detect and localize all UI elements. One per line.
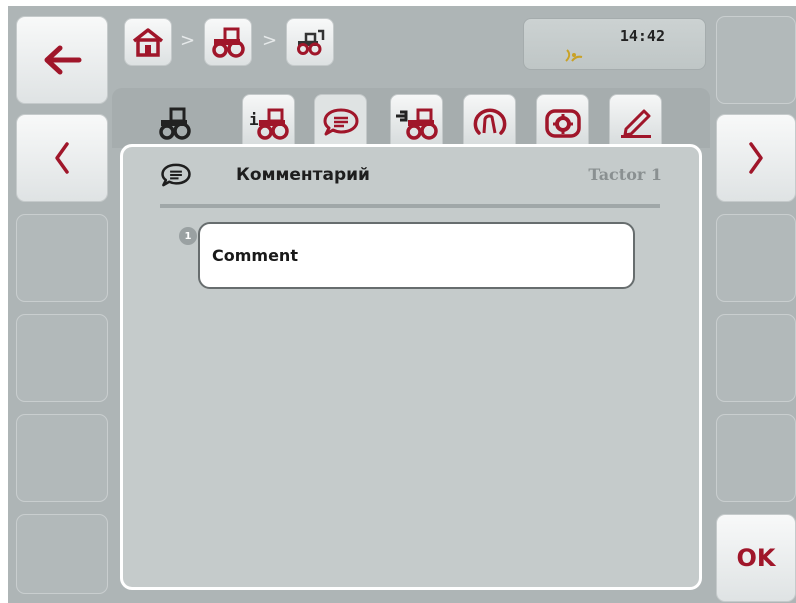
softkey-left-4[interactable] — [16, 314, 108, 402]
home-icon — [132, 28, 164, 57]
softkey-right-5[interactable] — [716, 414, 796, 502]
header-divider — [160, 204, 660, 208]
chevron-left-icon — [55, 142, 69, 174]
tractor-icon — [212, 27, 245, 58]
settings-icon — [544, 109, 581, 138]
softkey-left-6[interactable] — [16, 514, 108, 594]
arrow-left-icon — [44, 45, 82, 75]
status-display: 14:42 — [523, 18, 706, 70]
breadcrumb-tractor-hitch[interactable] — [286, 18, 334, 66]
speech-bubble-icon — [323, 108, 358, 136]
softkey-right-4[interactable] — [716, 314, 796, 402]
back-button[interactable] — [16, 16, 108, 104]
previous-button[interactable] — [16, 114, 108, 202]
tab-connector[interactable] — [390, 94, 443, 150]
comment-field[interactable]: Comment — [198, 222, 635, 289]
tab-edit[interactable] — [609, 94, 662, 150]
tab-info[interactable]: i — [242, 94, 295, 150]
connector-tractor-icon — [395, 108, 438, 140]
breadcrumb-separator: > — [180, 30, 196, 51]
tab-settings[interactable] — [536, 94, 589, 150]
page-title: Комментарий — [236, 165, 370, 185]
tractor-icon — [159, 107, 191, 140]
speech-bubble-icon — [161, 163, 191, 187]
breadcrumb-tractor[interactable] — [204, 18, 252, 66]
breadcrumb-separator: > — [262, 30, 278, 51]
speed-sensor-icon — [473, 108, 506, 135]
softkey-left-3[interactable] — [16, 214, 108, 302]
info-tractor-icon: i — [249, 108, 289, 140]
breadcrumb-home[interactable] — [124, 18, 172, 66]
edit-pencil-icon — [620, 109, 651, 138]
gps-signal-icon — [565, 49, 583, 62]
field-index-badge: 1 — [179, 227, 197, 245]
item-name: Tactor 1 — [588, 165, 662, 184]
tractor-hitch-icon — [297, 29, 325, 56]
comment-field-value: Comment — [212, 246, 298, 265]
ok-button[interactable]: OK — [716, 514, 796, 602]
tab-speed[interactable] — [463, 94, 516, 150]
ok-label: OK — [736, 544, 776, 572]
tab-tractor[interactable] — [157, 106, 193, 144]
next-button[interactable] — [716, 114, 796, 202]
svg-text:i: i — [249, 110, 259, 129]
softkey-left-5[interactable] — [16, 414, 108, 502]
chevron-right-icon — [749, 142, 763, 174]
softkey-right-1[interactable] — [716, 16, 796, 104]
clock-time: 14:42 — [619, 27, 665, 45]
softkey-right-3[interactable] — [716, 214, 796, 302]
content-panel — [120, 144, 702, 590]
